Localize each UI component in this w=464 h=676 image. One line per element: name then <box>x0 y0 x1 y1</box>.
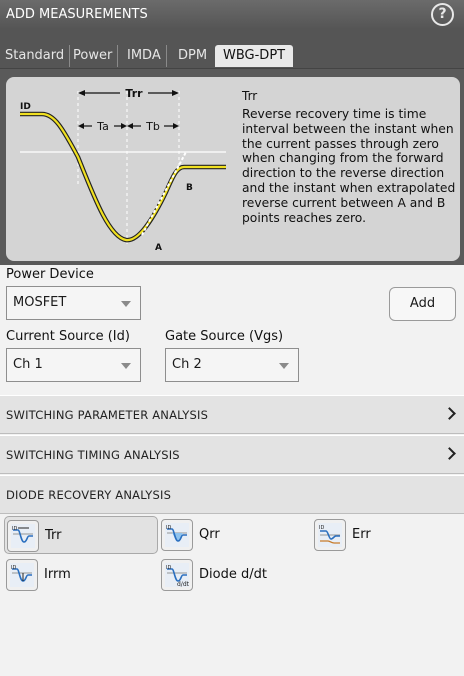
gate-source-dropdown[interactable]: Ch 2 <box>165 348 299 382</box>
description-text: Reverse recovery time is time interval b… <box>242 107 456 225</box>
chevron-right-icon <box>443 447 456 460</box>
measurement-info-card: Trr Ta Tb ID A B Trr Reverse recovery ti… <box>6 77 460 261</box>
help-icon[interactable]: ? <box>431 3 454 26</box>
ta-arrowhead-right <box>121 123 127 129</box>
measurement-trr[interactable]: ID Trr <box>4 516 158 554</box>
point-b-label: B <box>186 183 193 193</box>
chevron-right-icon <box>443 407 456 420</box>
tab-imda[interactable]: IMDA <box>122 45 167 67</box>
section-label: SWITCHING PARAMETER ANALYSIS <box>6 408 209 422</box>
power-device-label: Power Device <box>6 267 94 282</box>
svg-text:ID: ID <box>319 525 324 531</box>
measurement-diode-ddt[interactable]: d/dt ID Diode d/dt <box>159 556 309 594</box>
power-device-value: MOSFET <box>13 295 67 310</box>
svg-text:ID: ID <box>12 526 17 532</box>
svg-text:ID: ID <box>166 525 171 531</box>
window-titlebar: ADD MEASUREMENTS ? <box>0 0 464 29</box>
trr-waveform-diagram: Trr Ta Tb ID A B <box>20 87 226 253</box>
trr-diagram-label: Trr <box>125 87 143 100</box>
current-waveform-outline <box>20 111 226 243</box>
description-title: Trr <box>242 89 258 103</box>
gate-source-value: Ch 2 <box>172 357 202 372</box>
svg-text:d/dt: d/dt <box>177 581 189 587</box>
tab-standard[interactable]: Standard <box>0 45 71 67</box>
tab-power[interactable]: Power <box>68 45 119 67</box>
tab-wbg-dpt[interactable]: WBG-DPT <box>215 45 294 67</box>
section-label: DIODE RECOVERY ANALYSIS <box>6 488 172 502</box>
tab-dpm[interactable]: DPM <box>173 45 212 67</box>
diode-ddt-icon: d/dt ID <box>161 559 193 591</box>
trr-arrowhead-left <box>78 90 85 96</box>
trr-arrowhead-right <box>172 90 179 96</box>
qrr-icon: ID <box>161 519 193 551</box>
power-device-dropdown[interactable]: MOSFET <box>6 286 141 320</box>
irrm-icon: ID <box>6 559 38 591</box>
measurement-err[interactable]: ID Err <box>312 516 452 554</box>
tb-arrowhead-left <box>127 123 133 129</box>
id-axis-label: ID <box>20 102 31 112</box>
measurement-label: Err <box>352 527 371 542</box>
measurement-label: Irrm <box>44 567 71 582</box>
trr-icon: ID <box>7 520 39 552</box>
measurement-info-panel: Trr Ta Tb ID A B Trr Reverse recovery ti… <box>0 69 464 265</box>
current-source-value: Ch 1 <box>13 357 43 372</box>
gate-source-label: Gate Source (Vgs) <box>165 329 284 344</box>
current-waveform <box>20 112 226 242</box>
section-switching-parameter-analysis[interactable]: SWITCHING PARAMETER ANALYSIS <box>0 395 464 434</box>
tab-bar: Standard Power IMDA DPM WBG-DPT <box>0 29 464 69</box>
measurement-label: Qrr <box>199 527 220 542</box>
window-title: ADD MEASUREMENTS <box>6 7 148 22</box>
current-source-dropdown[interactable]: Ch 1 <box>6 348 141 382</box>
chevron-down-icon <box>121 363 131 369</box>
chevron-down-icon <box>121 301 131 307</box>
add-button[interactable]: Add <box>389 287 456 321</box>
section-diode-recovery-analysis[interactable]: DIODE RECOVERY ANALYSIS <box>0 475 464 514</box>
measurement-qrr[interactable]: ID Qrr <box>159 516 299 554</box>
svg-text:ID: ID <box>11 565 16 571</box>
section-switching-timing-analysis[interactable]: SWITCHING TIMING ANALYSIS <box>0 435 464 474</box>
measurement-label: Trr <box>45 528 62 543</box>
current-source-label: Current Source (Id) <box>6 329 130 344</box>
section-label: SWITCHING TIMING ANALYSIS <box>6 448 180 462</box>
ta-diagram-label: Ta <box>96 120 109 133</box>
err-icon: ID <box>314 519 346 551</box>
ta-arrowhead-left <box>78 123 84 129</box>
tb-diagram-label: Tb <box>145 120 160 133</box>
chevron-down-icon <box>279 363 289 369</box>
measurement-irrm[interactable]: ID Irrm <box>4 556 154 594</box>
tb-arrowhead-right <box>173 123 179 129</box>
point-a-label: A <box>155 243 162 253</box>
measurement-label: Diode d/dt <box>199 567 267 582</box>
svg-text:ID: ID <box>166 565 171 571</box>
